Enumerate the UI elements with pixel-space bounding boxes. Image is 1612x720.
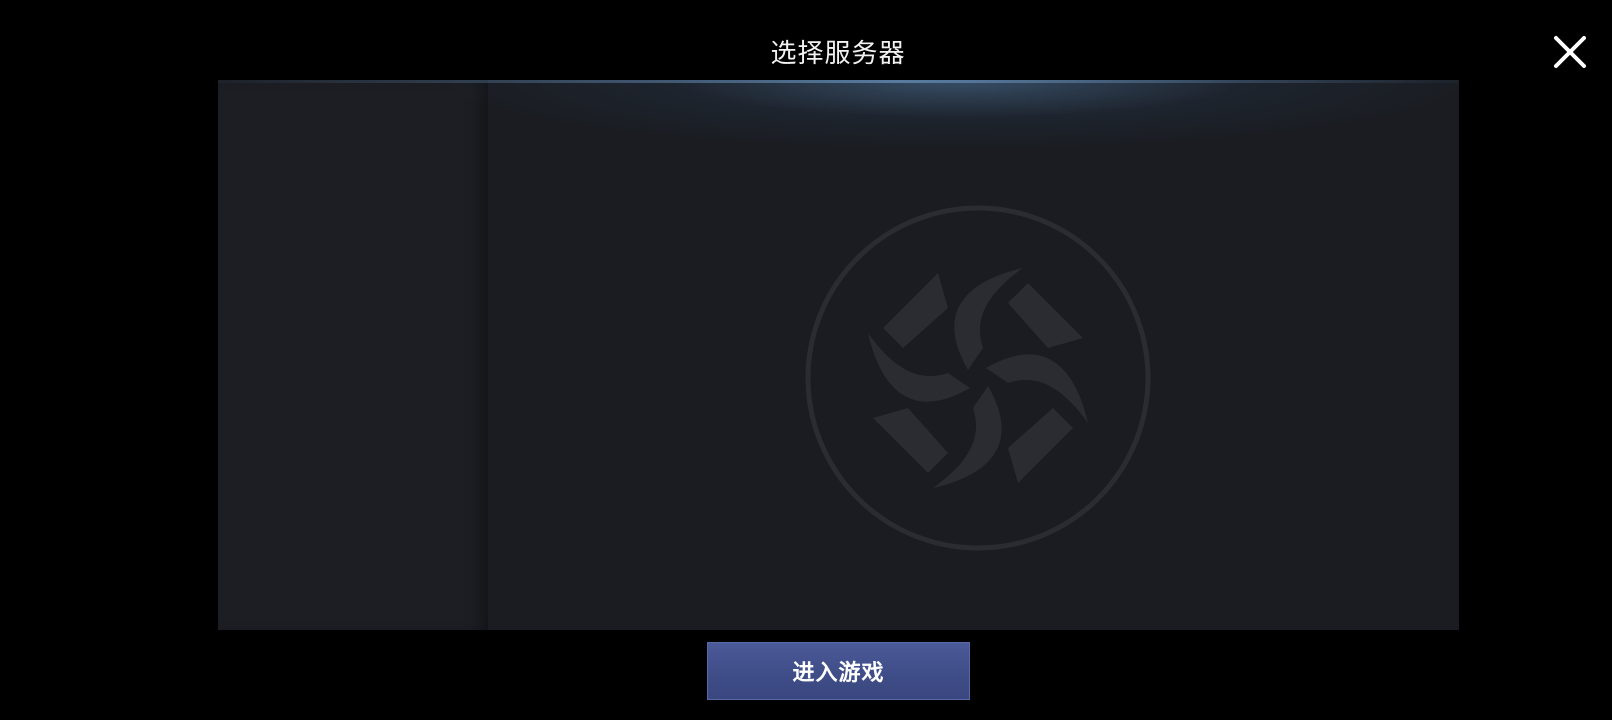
panel-top-highlight (218, 80, 1459, 83)
enter-game-button[interactable]: 进入游戏 (707, 642, 970, 700)
page-title: 选择服务器 (770, 39, 906, 69)
server-region-sidebar[interactable] (218, 80, 488, 630)
game-logo-emblem-icon (805, 205, 1151, 551)
close-icon (1554, 36, 1586, 68)
server-list-panel (218, 80, 1459, 630)
server-select-screen: 选择服务器 进入游戏 (0, 0, 1612, 720)
close-button[interactable] (1548, 30, 1592, 74)
